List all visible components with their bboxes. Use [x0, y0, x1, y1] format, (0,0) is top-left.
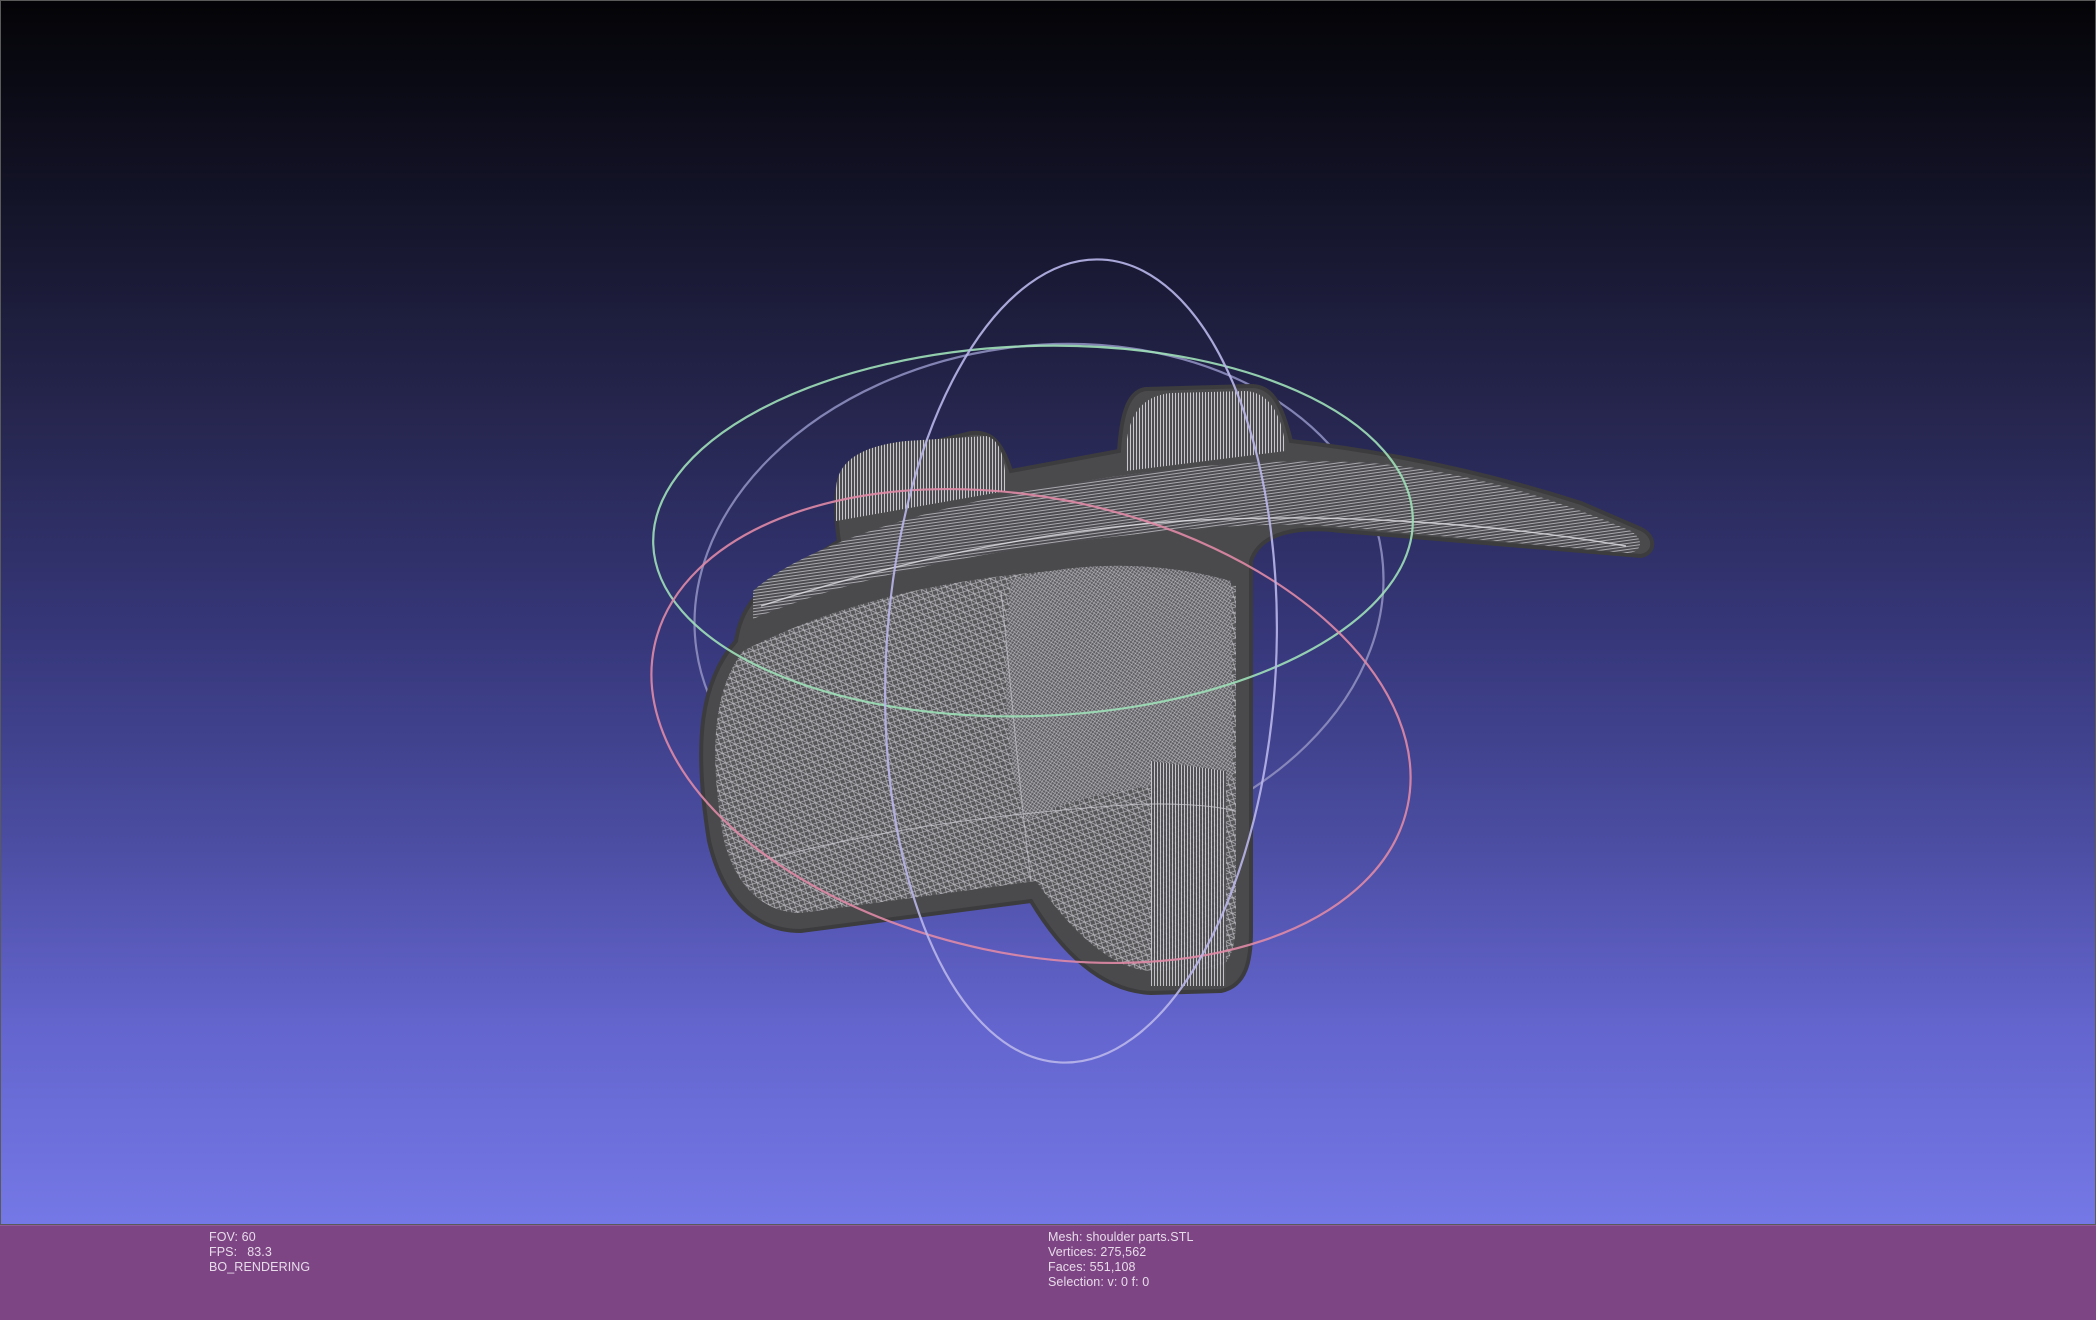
- status-info-bar: FOV: 60 FPS: 83.3 BO_RENDERING Mesh: shou…: [0, 1225, 2096, 1320]
- fps-value: 83.3: [247, 1245, 272, 1259]
- vertex-count: Vertices: 275,562: [1048, 1245, 1147, 1259]
- mesh-scene[interactable]: [1, 1, 2096, 1225]
- viewer-info: FOV: 60 FPS: 83.3 BO_RENDERING: [209, 1230, 310, 1275]
- fps-readout: FPS: 83.3: [209, 1245, 310, 1260]
- mesh-name: Mesh: shoulder parts.STL: [1048, 1230, 1194, 1244]
- fov-readout: FOV: 60: [209, 1230, 256, 1244]
- mesh-info: Mesh: shoulder parts.STL Vertices: 275,5…: [1048, 1230, 1194, 1290]
- face-count: Faces: 551,108: [1048, 1260, 1136, 1274]
- fps-label: FPS:: [209, 1245, 238, 1259]
- 3d-viewport[interactable]: [0, 0, 2096, 1225]
- render-mode: BO_RENDERING: [209, 1260, 311, 1274]
- selection-count: Selection: v: 0 f: 0: [1048, 1275, 1150, 1289]
